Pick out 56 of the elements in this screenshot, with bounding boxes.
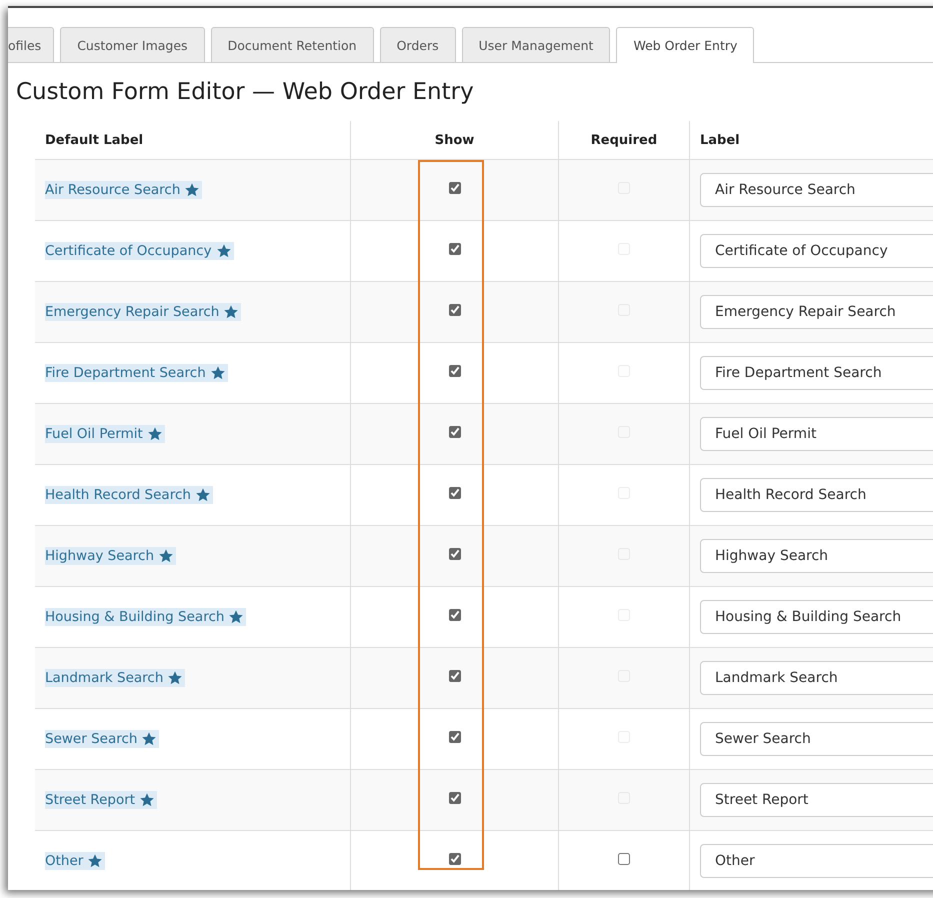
default-label-link[interactable]: Housing & Building Search <box>45 608 246 626</box>
star-icon <box>146 426 163 442</box>
default-label-link[interactable]: Highway Search <box>45 547 176 565</box>
label-input-field[interactable]: Street Report <box>700 783 933 817</box>
show-checkbox[interactable] <box>448 243 460 255</box>
label-input-field[interactable]: Fuel Oil Permit <box>700 417 933 451</box>
show-checkbox[interactable] <box>448 426 460 438</box>
show-checkbox[interactable] <box>448 792 460 804</box>
show-checkbox[interactable] <box>448 731 460 743</box>
label-input-field[interactable]: Air Resource Search <box>700 173 933 207</box>
show-checkbox[interactable] <box>448 853 460 865</box>
tab[interactable]: User Management <box>462 27 610 62</box>
label-input-field[interactable]: Certificate of Occupancy <box>700 234 933 268</box>
tab[interactable]: Document Retention <box>210 27 374 62</box>
show-checkbox[interactable] <box>448 365 460 377</box>
label-input-field[interactable]: Housing & Building Search <box>700 600 933 634</box>
default-label-link[interactable]: Air Resource Search <box>45 181 202 199</box>
default-label-link[interactable]: Sewer Search <box>45 730 160 748</box>
star-icon <box>228 609 244 625</box>
star-icon <box>210 365 226 381</box>
label-input-field[interactable]: Other <box>700 844 933 878</box>
label-input-field[interactable]: Landmark Search <box>700 661 933 695</box>
star-icon <box>87 853 104 869</box>
required-checkbox[interactable] <box>618 853 630 865</box>
default-label-link[interactable]: Fuel Oil Permit <box>45 425 165 443</box>
default-label-link[interactable]: Certificate of Occupancy <box>45 242 234 260</box>
label-input-field[interactable]: Highway Search <box>700 539 933 573</box>
default-label-link[interactable]: Other <box>45 852 106 870</box>
star-icon <box>167 670 184 686</box>
show-checkbox[interactable] <box>448 304 460 316</box>
tab[interactable]: Web Order Entry <box>616 27 754 63</box>
star-icon <box>216 243 232 259</box>
label-input-field[interactable]: Emergency Repair Search <box>700 295 933 329</box>
show-checkbox[interactable] <box>448 609 460 621</box>
star-icon <box>139 792 156 808</box>
default-label-link[interactable]: Street Report <box>45 791 158 809</box>
default-label-link[interactable]: Fire Department Search <box>45 364 228 382</box>
default-label-link[interactable]: Health Record Search <box>45 486 213 504</box>
star-icon <box>184 182 200 198</box>
tab[interactable]: Customer Images <box>60 27 205 62</box>
label-input-field[interactable]: Fire Department Search <box>700 356 933 390</box>
star-icon <box>223 304 240 320</box>
label-input-field[interactable]: Sewer Search <box>700 722 933 756</box>
show-checkbox[interactable] <box>448 182 460 194</box>
star-icon <box>158 548 174 564</box>
page-title: Custom Form Editor — Web Order Entry <box>16 79 475 107</box>
show-checkbox[interactable] <box>448 670 460 682</box>
show-checkbox[interactable] <box>448 548 460 560</box>
default-label-link[interactable]: Emergency Repair Search <box>45 303 242 321</box>
tab[interactable]: ofiles <box>8 27 54 62</box>
show-checkbox[interactable] <box>448 487 460 499</box>
label-input-field[interactable]: Health Record Search <box>700 478 933 512</box>
star-icon <box>194 487 211 503</box>
star-icon <box>141 731 158 747</box>
default-label-link[interactable]: Landmark Search <box>45 669 186 687</box>
tab[interactable]: Orders <box>380 27 456 62</box>
